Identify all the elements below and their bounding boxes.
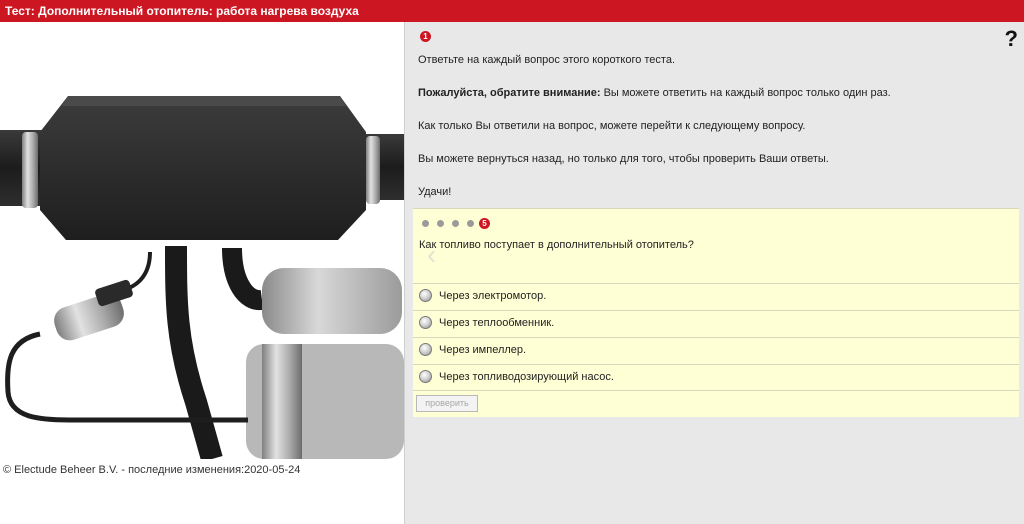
answer-option[interactable]: Через теплообменник. <box>413 310 1019 337</box>
attention-label: Пожалуйста, обратите внимание: <box>418 87 601 99</box>
instruction-line: Вы можете вернуться назад, но только для… <box>418 153 829 165</box>
answer-option[interactable]: Через импеллер. <box>413 337 1019 364</box>
question-mark-icon[interactable]: ? <box>1005 28 1018 50</box>
instruction-attention: Пожалуйста, обратите внимание: Вы можете… <box>418 86 998 100</box>
progress-dot[interactable] <box>437 220 444 227</box>
answer-label[interactable]: Через теплообменник. <box>439 317 554 329</box>
instruction-line: Как только Вы ответили на вопрос, можете… <box>418 120 806 132</box>
copyright-text: © Electude Beheer B.V. - последние измен… <box>3 464 301 476</box>
illustration-pane: © Electude Beheer B.V. - последние измен… <box>0 22 404 524</box>
answer-option[interactable]: Через топливодозирующий насос. <box>413 364 1019 391</box>
current-question-badge: 5 <box>479 218 490 229</box>
quiz-pane: 1 ? Ответьте на каждый вопрос этого коро… <box>404 22 1024 524</box>
answer-label[interactable]: Через электромотор. <box>439 290 546 302</box>
check-button[interactable]: проверить <box>416 395 478 412</box>
attention-text: Вы можете ответить на каждый вопрос толь… <box>600 87 891 99</box>
answer-label[interactable]: Через импеллер. <box>439 344 526 356</box>
radio-button[interactable] <box>419 370 432 383</box>
window-title: Тест: Дополнительный отопитель: работа н… <box>0 0 1024 22</box>
radio-button[interactable] <box>419 316 432 329</box>
answer-option[interactable]: Через электромотор. <box>413 283 1019 310</box>
progress-dot[interactable] <box>467 220 474 227</box>
instructions: Ответьте на каждый вопрос этого коротког… <box>418 53 998 199</box>
progress-dot[interactable] <box>422 220 429 227</box>
answer-label[interactable]: Через топливодозирующий насос. <box>439 371 614 383</box>
instruction-line: Удачи! <box>418 186 452 198</box>
step-badge: 1 <box>420 31 431 42</box>
progress-dot[interactable] <box>452 220 459 227</box>
question-card: 5 ‹ Как топливо поступает в дополнительн… <box>413 208 1019 417</box>
question-text: Как топливо поступает в дополнительный о… <box>419 239 694 251</box>
radio-button[interactable] <box>419 289 432 302</box>
answer-list: Через электромотор. Через теплообменник.… <box>413 283 1019 391</box>
air-heater-illustration <box>0 96 404 459</box>
radio-button[interactable] <box>419 343 432 356</box>
instruction-line: Ответьте на каждый вопрос этого коротког… <box>418 54 676 66</box>
